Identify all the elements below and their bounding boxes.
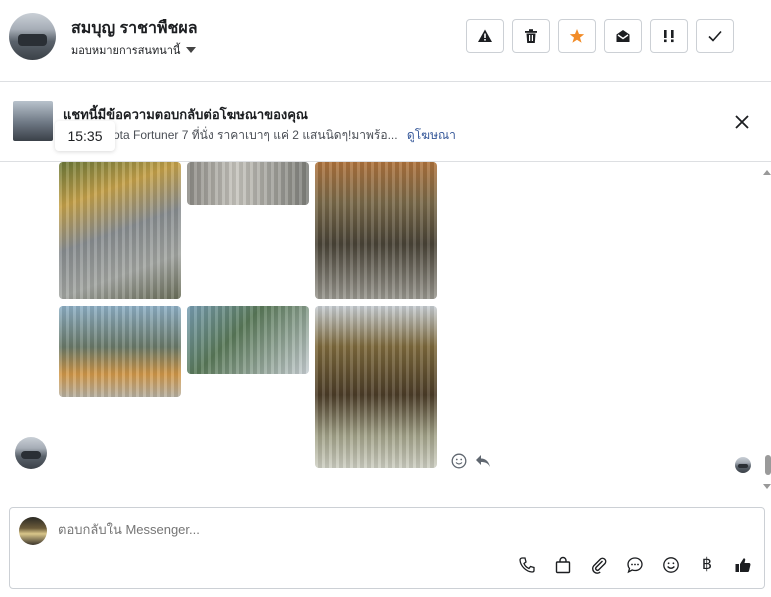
trash-icon [525,29,537,43]
thumbs-up-icon [735,558,751,572]
header-actions [466,19,734,53]
contact-name[interactable]: สมบุญ ราชาพืชผล [71,16,198,41]
mark-done-button[interactable] [696,19,734,53]
react-smiley-icon[interactable] [451,453,467,469]
chevron-down-icon [186,47,197,53]
ad-reply-banner: แชทนี้มีข้อความตอบกลับต่อโฆษณาของคุณ ลัง… [0,82,771,162]
scroll-down-arrow[interactable] [763,484,771,489]
reply-icon[interactable] [475,454,491,468]
check-icon [708,30,722,42]
call-button[interactable] [518,556,536,574]
star-icon [569,29,585,43]
close-icon[interactable] [733,113,751,131]
emoji-button[interactable] [662,556,680,574]
photo-attachment[interactable] [315,162,437,299]
view-ad-link[interactable]: ดูโฆษณา [407,128,456,142]
photo-attachment[interactable] [59,306,181,397]
warning-icon [478,29,492,42]
page-avatar [19,517,47,545]
photo-attachment[interactable] [59,162,181,299]
saved-replies-button[interactable] [626,556,644,574]
conversation-header: สมบุญ ราชาพืชผล มอบหมายการสนทนานี้ [0,0,771,82]
scroll-up-arrow[interactable] [763,170,771,175]
star-button[interactable] [558,19,596,53]
chat-bubble-icon [627,557,643,574]
banner-description: ลังเล! Toyota Fortuner 7 ที่นั่ง ราคาเบา… [63,126,456,145]
seen-avatar [735,457,751,473]
shopping-bag-icon [555,556,571,574]
mark-spam-button[interactable] [466,19,504,53]
photo-attachment[interactable] [315,306,437,468]
follow-up-button[interactable] [650,19,688,53]
sender-avatar[interactable] [15,437,47,469]
message-composer: ฿ [9,507,765,589]
assign-conversation-dropdown[interactable]: มอบหมายการสนทนานี้ [71,41,197,59]
like-button[interactable] [734,556,752,574]
scrollbar-thumb[interactable] [765,455,771,475]
photo-attachment[interactable] [187,162,309,205]
shop-button[interactable] [554,556,572,574]
attach-button[interactable] [590,556,608,574]
mark-unread-button[interactable] [604,19,642,53]
payment-button[interactable]: ฿ [698,556,716,574]
timestamp-tooltip: 15:35 [55,121,115,151]
assign-label: มอบหมายการสนทนานี้ [71,45,181,57]
paperclip-icon [592,557,607,574]
contact-avatar[interactable] [9,13,56,60]
envelope-open-icon [616,30,630,42]
photo-attachment[interactable] [187,306,309,374]
baht-icon: ฿ [701,556,713,573]
message-thread[interactable] [0,162,771,498]
delete-button[interactable] [512,19,550,53]
composer-tools: ฿ [518,556,752,574]
phone-icon [519,557,535,573]
ad-thumbnail[interactable] [13,101,53,141]
exclamation-icon [664,30,674,43]
smiley-icon [663,557,679,573]
reply-input[interactable] [58,522,658,537]
